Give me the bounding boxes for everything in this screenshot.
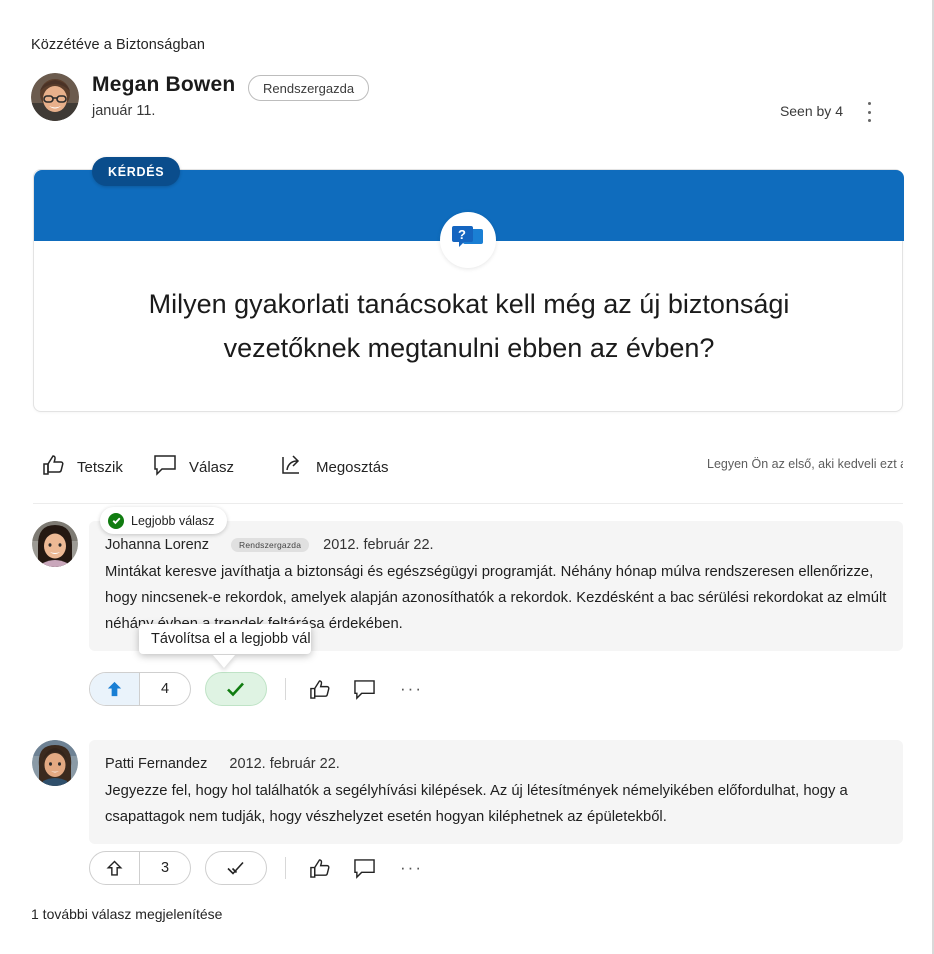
show-more-replies-link[interactable]: 1 további válasz megjelenítése	[31, 906, 222, 922]
share-button[interactable]: Megosztás	[280, 447, 389, 487]
comment-bubble-icon[interactable]	[353, 679, 376, 700]
like-label: Tetszik	[77, 458, 123, 476]
author-header: Megan Bowen Rendszergazda január 11. See…	[31, 73, 903, 131]
answer-text: Jegyezze fel, hogy hol találhatók a segé…	[105, 783, 848, 825]
seen-by-label: Seen by 4	[779, 103, 843, 119]
divider	[285, 678, 286, 700]
avatar	[31, 73, 79, 121]
avatar	[32, 740, 78, 786]
answer-date: 2012. február 22.	[323, 537, 434, 553]
kebab-menu-icon[interactable]	[858, 98, 880, 126]
upvote-arrow-icon[interactable]	[90, 673, 140, 705]
best-answer-badge: Legjobb válasz	[100, 507, 228, 534]
share-label: Megosztás	[316, 458, 389, 476]
thumbs-up-icon	[41, 454, 65, 481]
reply-label: Válasz	[189, 458, 235, 476]
share-arrow-icon	[280, 454, 304, 481]
author-role-badge: Rendszergazda	[248, 75, 370, 101]
tooltip-arrow	[213, 655, 235, 668]
divider	[285, 857, 286, 879]
ellipsis-icon[interactable]: ···	[400, 858, 423, 878]
question-bubble-icon: ?	[440, 212, 496, 268]
upvote-count: 3	[160, 860, 170, 876]
answer-author: Johanna Lorenz	[105, 537, 209, 553]
answer-reaction-bar: 4 ···	[89, 671, 423, 707]
answer-reaction-bar: 3 ···	[89, 850, 423, 886]
question-type-badge: KÉRDÉS	[92, 157, 181, 186]
answer-role-badge: Rendszergazda	[231, 538, 310, 552]
post-action-bar: Tetszik Válasz Megosztás Legyen Ön az el…	[33, 447, 903, 491]
like-button[interactable]: Tetszik	[41, 447, 123, 487]
upvote-arrow-icon[interactable]	[90, 852, 140, 884]
answer-body: Patti Fernandez 2012. február 22. Jegyez…	[89, 740, 903, 844]
post-card: Közzétéve a Biztonságban Megan Bowen Ren…	[0, 0, 934, 954]
first-like-hint: Legyen Ön az első, aki kedveli ezt a	[707, 457, 903, 471]
green-check-circle-icon	[108, 512, 124, 529]
best-answer-label: Legjobb válasz	[131, 513, 215, 528]
question-card: KÉRDÉS ? Milyen gyakorlati tanácsokat ke…	[33, 157, 904, 412]
mark-best-answer-button[interactable]	[205, 851, 267, 885]
answer-header: Johanna Lorenz Rendszergazda 2012. febru…	[105, 534, 887, 556]
author-name: Megan Bowen	[92, 73, 236, 96]
comment-bubble-icon[interactable]	[353, 858, 376, 879]
upvote-pill[interactable]: 4	[89, 672, 191, 706]
mark-best-answer-button[interactable]	[205, 672, 267, 706]
tooltip: Távolítsa el a legjobb választ	[139, 624, 311, 654]
upvote-pill[interactable]: 3	[89, 851, 191, 885]
comment-bubble-icon	[153, 454, 177, 481]
avatar	[32, 521, 78, 567]
upvote-count: 4	[160, 681, 170, 697]
thumbs-up-icon[interactable]	[308, 858, 331, 879]
posted-in-label: Közzétéve a Biztonságban	[31, 37, 206, 53]
post-date: január 11.	[92, 103, 156, 119]
answer-header: Patti Fernandez 2012. február 22.	[105, 753, 887, 775]
question-text: Milyen gyakorlati tanácsokat kell még az…	[148, 289, 790, 363]
thumbs-up-icon[interactable]	[308, 679, 331, 700]
reply-button[interactable]: Válasz	[153, 447, 234, 487]
section-divider	[33, 503, 903, 504]
ellipsis-icon[interactable]: ···	[400, 679, 423, 699]
svg-text:?: ?	[458, 227, 466, 242]
answer-date: 2012. február 22.	[229, 756, 340, 772]
answer-author: Patti Fernandez	[105, 756, 208, 772]
